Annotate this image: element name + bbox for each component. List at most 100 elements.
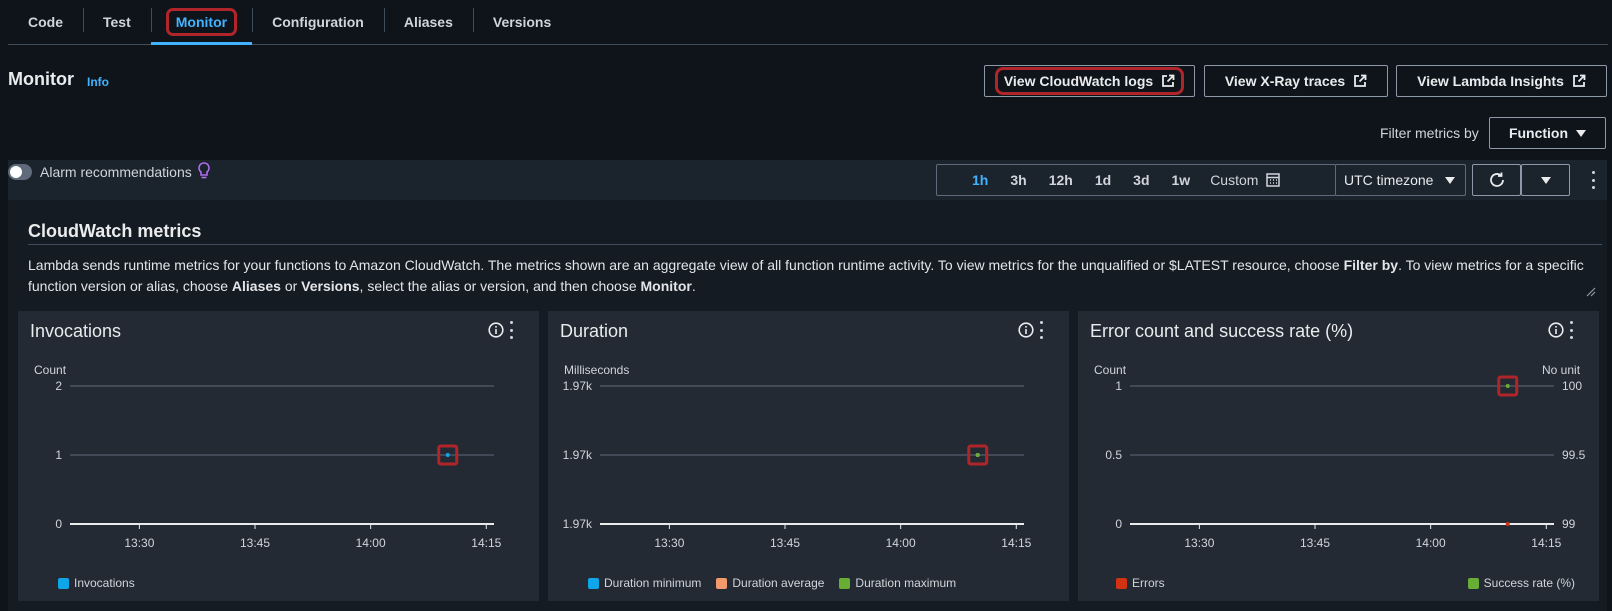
y2-tick-label: 99: [1562, 517, 1576, 531]
legend-swatch: [1467, 577, 1479, 589]
legend-swatch: [58, 577, 69, 589]
x-tick-label: 14:00: [356, 536, 386, 550]
legend-item-duration-minimum[interactable]: Duration minimum: [588, 576, 701, 590]
legend-item-errors[interactable]: Errors: [1116, 576, 1165, 590]
external-link-icon: [1354, 74, 1367, 87]
y-tick-label: 1: [1115, 379, 1122, 393]
more-options-icon[interactable]: [508, 321, 514, 339]
filter-metrics-dropdown[interactable]: Function: [1489, 117, 1606, 149]
desc-filter-by: Filter by: [1343, 257, 1399, 273]
refresh-button[interactable]: [1472, 164, 1521, 196]
y-tick-label: 0.5: [1105, 448, 1122, 462]
section-title: CloudWatch metrics: [28, 221, 202, 241]
duration-chart: 1.97k 1.97k 1.97k 13:30 13:45 14:00 14:15: [563, 379, 1032, 550]
refresh-icon: [1489, 172, 1504, 187]
view-lambda-insights-button[interactable]: View Lambda Insights: [1396, 65, 1607, 97]
range-3h[interactable]: 3h: [999, 172, 1037, 188]
caret-down-icon: [1540, 176, 1551, 184]
desc-text-1: Lambda sends runtime metrics for your fu…: [28, 257, 1344, 273]
card-title: Error count and success rate (%): [1090, 321, 1354, 341]
tab-configuration-label: Configuration: [272, 14, 364, 30]
legend-swatch: [1116, 577, 1127, 589]
lambda-insights-label: View Lambda Insights: [1417, 73, 1564, 89]
x-tick-label: 13:30: [1184, 536, 1214, 550]
tab-code[interactable]: Code: [8, 0, 83, 44]
tab-test[interactable]: Test: [83, 0, 151, 44]
timezone-select[interactable]: UTC timezone: [1335, 164, 1466, 196]
legend-label: Invocations: [74, 576, 135, 590]
legend-label: Duration average: [732, 576, 825, 590]
data-point: [1505, 522, 1510, 526]
y-tick-label: 1: [55, 448, 62, 462]
xray-traces-label: View X-Ray traces: [1224, 73, 1346, 89]
invocations-chart: 2 1 0 13:30 13:45 14:00 14:15: [55, 379, 501, 550]
filter-metrics-value: Function: [1508, 125, 1569, 141]
timezone-value: UTC timezone: [1344, 172, 1434, 188]
y2-tick-label: 100: [1562, 379, 1582, 393]
legend-item-duration-maximum[interactable]: Duration maximum: [839, 576, 956, 590]
tab-code-label: Code: [28, 14, 63, 30]
cloudwatch-logs-label: View CloudWatch logs: [1003, 73, 1154, 89]
desc-monitor: Monitor: [640, 278, 692, 294]
legend: Duration minimum Duration average Durati…: [588, 576, 966, 590]
x-tick-label: 13:45: [240, 536, 270, 550]
x-tick-label: 13:45: [1300, 536, 1330, 550]
time-range-selector: 1h 3h 12h 1d 3d 1w Custom: [936, 164, 1336, 196]
range-3d[interactable]: 3d: [1122, 172, 1160, 188]
legend-item-duration-average[interactable]: Duration average: [716, 576, 824, 590]
data-point: [975, 453, 980, 457]
info-link[interactable]: Info: [87, 75, 109, 89]
tab-test-label: Test: [103, 14, 131, 30]
more-options-icon[interactable]: [1590, 171, 1596, 189]
range-1w[interactable]: 1w: [1161, 172, 1202, 188]
range-1h[interactable]: 1h: [937, 172, 999, 188]
cloudwatch-logs-button-content: View CloudWatch logs: [994, 67, 1185, 95]
calendar-icon: [1266, 173, 1281, 187]
info-icon[interactable]: [1018, 322, 1034, 338]
refresh-options-button[interactable]: [1521, 164, 1570, 196]
error-success-card: Error count and success rate (%) Count N…: [1078, 311, 1599, 601]
y-tick-label: 1.97k: [563, 448, 593, 462]
range-12h[interactable]: 12h: [1038, 172, 1084, 188]
section-divider: [28, 244, 1602, 245]
legend-swatch: [839, 577, 851, 589]
desc-aliases: Aliases: [231, 278, 281, 294]
caret-down-icon: [1576, 129, 1587, 137]
more-options-icon[interactable]: [1568, 321, 1574, 339]
error-success-chart: 1 0.5 0 100 99.5 99 13:30 13:45 14:00 14:15: [1105, 375, 1586, 550]
tab-monitor[interactable]: Monitor: [150, 0, 253, 45]
more-options-icon[interactable]: [1038, 321, 1044, 339]
info-icon[interactable]: [1548, 322, 1564, 338]
alarm-recommendations-label: Alarm recommendations: [40, 164, 192, 180]
legend: Invocations: [58, 576, 145, 590]
filter-metrics-label: Filter metrics by: [1380, 125, 1479, 141]
x-tick-label: 13:30: [654, 536, 684, 550]
legend-label: Success rate (%): [1483, 576, 1576, 590]
range-1d[interactable]: 1d: [1084, 172, 1122, 188]
card-title: Invocations: [30, 321, 122, 341]
x-tick-label: 14:00: [1416, 536, 1446, 550]
resize-handle-icon[interactable]: [1586, 287, 1596, 297]
x-tick-label: 13:30: [124, 536, 154, 550]
view-cloudwatch-logs-button[interactable]: View CloudWatch logs: [984, 65, 1195, 97]
desc-text-5: .: [691, 278, 696, 294]
lightbulb-icon: [198, 162, 210, 179]
legend-label: Duration minimum: [604, 576, 702, 590]
external-link-icon: [1572, 74, 1586, 87]
legend-item-success-rate[interactable]: Success rate (%): [1467, 576, 1576, 590]
tab-bar: Code Test Monitor Configuration Aliases …: [8, 0, 1608, 45]
y-tick-label: 1.97k: [563, 379, 593, 393]
tab-versions[interactable]: Versions: [472, 0, 571, 44]
view-xray-traces-button[interactable]: View X-Ray traces: [1204, 65, 1388, 97]
x-tick-label: 13:45: [770, 536, 800, 550]
range-custom[interactable]: Custom: [1201, 172, 1281, 188]
info-icon[interactable]: [488, 322, 504, 338]
tab-aliases[interactable]: Aliases: [383, 0, 473, 44]
tab-monitor-label: Monitor: [165, 8, 238, 36]
y-tick-label: 0: [1115, 517, 1122, 531]
legend-label: Errors: [1132, 576, 1165, 590]
section-description: Lambda sends runtime metrics for your fu…: [28, 255, 1588, 297]
legend-item-invocations[interactable]: Invocations: [58, 576, 135, 590]
tab-configuration[interactable]: Configuration: [252, 0, 384, 44]
alarm-recommendations-toggle[interactable]: [8, 164, 32, 180]
